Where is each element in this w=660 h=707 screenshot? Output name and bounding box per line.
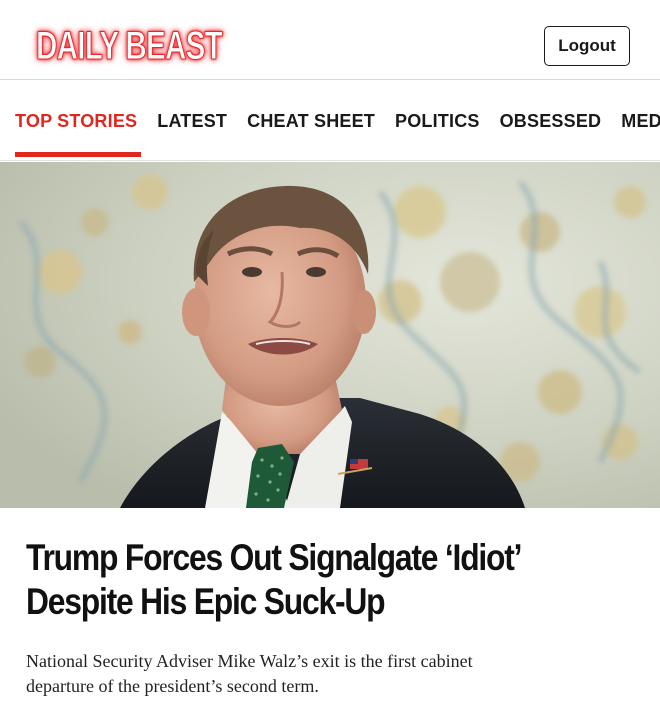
tab-media[interactable]: MED — [621, 111, 660, 132]
tab-politics[interactable]: POLITICS — [395, 111, 480, 132]
article-headline[interactable]: Trump Forces Out Signalgate ‘Idiot’ Desp… — [26, 536, 645, 624]
dek-line-1: National Security Adviser Mike Walz’s ex… — [26, 651, 473, 671]
tab-latest[interactable]: LATEST — [157, 111, 227, 132]
daily-beast-logo[interactable]: DAILY BEAST — [36, 22, 287, 70]
article-dek: National Security Adviser Mike Walz’s ex… — [26, 649, 646, 699]
active-tab-indicator — [15, 152, 141, 157]
headline-line-1: Trump Forces Out Signalgate ‘Idiot’ — [26, 537, 523, 578]
tab-top-stories[interactable]: TOP STORIES — [15, 111, 137, 132]
section-nav: TOP STORIES LATEST CHEAT SHEET POLITICS … — [0, 81, 660, 161]
hero-photo-illustration — [0, 162, 660, 508]
nav-tabs: TOP STORIES LATEST CHEAT SHEET POLITICS … — [15, 111, 660, 132]
logo-text: DAILY BEAST — [36, 24, 223, 68]
tab-cheat-sheet[interactable]: CHEAT SHEET — [247, 111, 375, 132]
logout-button[interactable]: Logout — [544, 26, 630, 66]
hero-image[interactable] — [0, 162, 660, 508]
site-header: DAILY BEAST Logout — [0, 0, 660, 80]
tab-obsessed[interactable]: OBSESSED — [500, 111, 602, 132]
dek-line-2: departure of the president’s second term… — [26, 676, 319, 696]
headline-line-2: Despite His Epic Suck-Up — [26, 581, 386, 622]
